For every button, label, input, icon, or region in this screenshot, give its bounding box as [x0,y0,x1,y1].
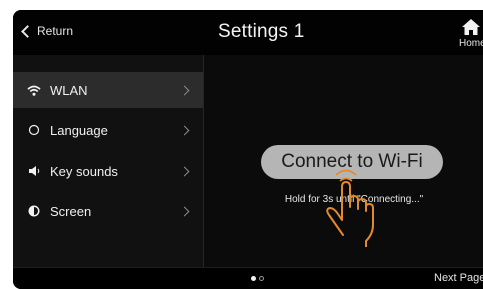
return-button[interactable]: Return [21,21,74,41]
page-title: Settings 1 [218,21,305,42]
settings-sidebar: WLAN Language Key sounds Screen [13,55,204,267]
sidebar-item-label: Screen [50,203,92,219]
chevron-right-icon [179,125,190,135]
page-dot-active [251,276,256,281]
sidebar-item-label: WLAN [50,82,88,98]
next-page-button[interactable]: Next Page [434,272,483,284]
home-icon [462,19,480,35]
chevron-right-icon [179,206,190,216]
brightness-icon [27,204,41,218]
top-bar: Return Settings 1 Home [13,10,483,55]
circle-icon [27,123,41,137]
sidebar-item-label: Key sounds [50,163,118,179]
main-content: Connect to Wi-Fi Hold for 3s until "Conn… [204,55,483,267]
wifi-icon [27,83,41,97]
home-button[interactable]: Home [454,18,483,52]
chevron-right-icon [179,85,190,95]
return-label: Return [37,24,74,38]
bottom-bar: Next Page [13,267,483,289]
sidebar-item-screen[interactable]: Screen [13,193,203,229]
sidebar-item-language[interactable]: Language [13,112,203,148]
sidebar-item-wlan[interactable]: WLAN [13,72,203,108]
chevron-right-icon [179,166,190,176]
chevron-left-icon [21,24,34,38]
device-screen: Return Settings 1 Home WLAN Language Key… [13,10,483,289]
home-label: Home [459,38,483,49]
sidebar-item-label: Language [50,122,108,138]
page-dot-inactive [259,276,264,281]
speaker-icon [27,164,41,178]
sidebar-item-key-sounds[interactable]: Key sounds [13,153,203,189]
hand-pointer-icon [326,169,374,247]
